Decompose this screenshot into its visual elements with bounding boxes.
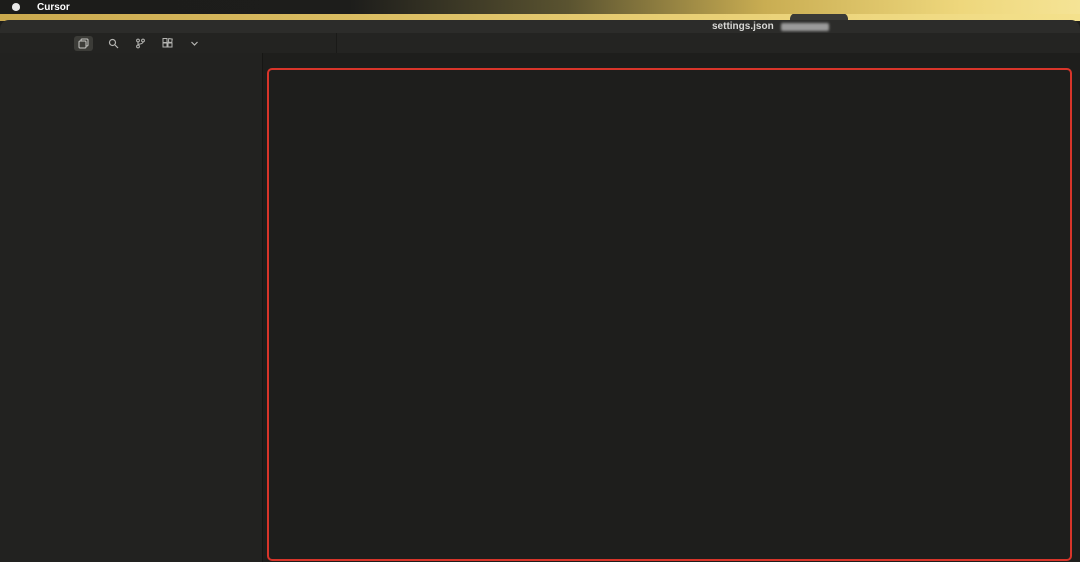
close-window-button[interactable] [9,23,16,30]
annotation-editor-red-box [267,68,1072,561]
editor-tabs [337,33,1080,53]
source-control-branch-icon[interactable] [133,36,147,50]
breadcrumb[interactable] [262,53,1080,68]
macos-menu-bar: Cursor [0,0,1080,14]
window-controls [9,23,44,30]
app-window: Cursor settings.json [0,0,1080,562]
window-title-bar: settings.json [0,20,1080,33]
sidebar-header-icons [0,33,337,53]
chevron-down-icon[interactable] [187,36,201,50]
blurred-title-path [780,22,829,31]
search-icon[interactable] [106,36,120,50]
code-area[interactable] [262,68,1080,69]
editor-pane[interactable] [262,53,1080,562]
extensions-icon[interactable] [160,36,174,50]
menu-app-name[interactable]: Cursor [37,2,70,13]
minimize-window-button[interactable] [23,23,30,30]
maximize-window-button[interactable] [37,23,44,30]
explorer-sidebar [0,53,263,562]
tab-bar [0,33,1080,53]
copy-files-icon[interactable] [74,35,93,51]
apple-icon[interactable] [12,3,20,11]
file-tree [0,53,262,62]
window-title: settings.json [712,21,774,32]
